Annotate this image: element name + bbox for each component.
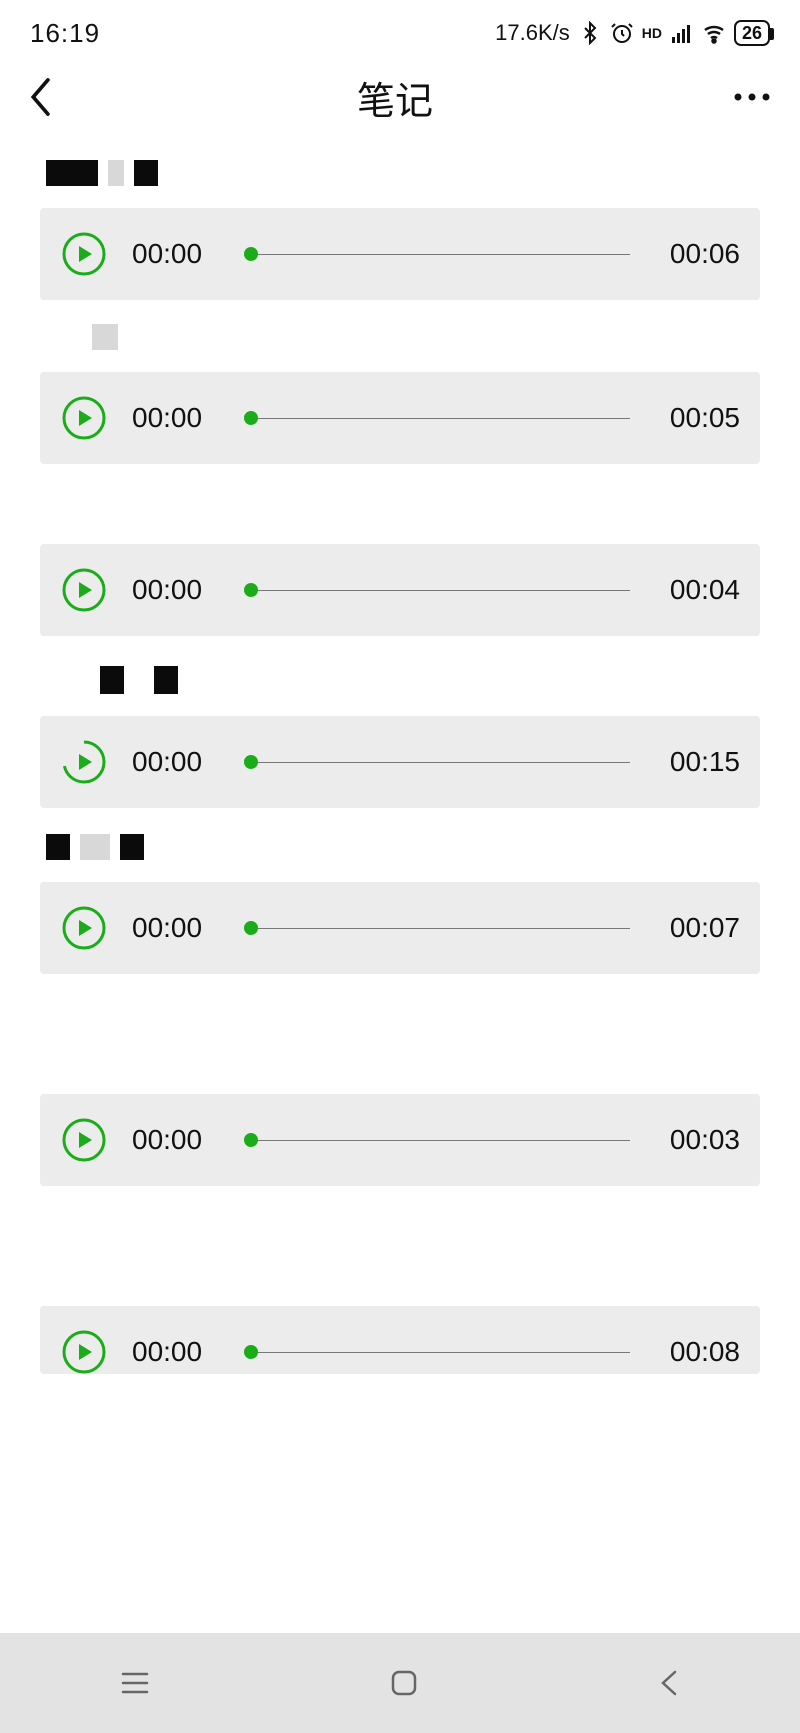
audio-track[interactable] [244, 921, 630, 935]
play-button[interactable] [62, 232, 106, 276]
signal-icon [670, 21, 694, 45]
audio-track[interactable] [244, 583, 630, 597]
more-button[interactable] [732, 91, 772, 103]
audio-duration: 00:07 [656, 912, 740, 944]
audio-current-time: 00:00 [132, 402, 218, 434]
audio-clip: 00:00 00:06 [40, 208, 760, 300]
bluetooth-icon [578, 21, 602, 45]
system-back-button[interactable] [657, 1668, 681, 1698]
play-button[interactable] [62, 1118, 106, 1162]
audio-current-time: 00:00 [132, 1336, 218, 1368]
recent-apps-button[interactable] [119, 1669, 151, 1697]
play-button[interactable] [62, 1330, 106, 1374]
audio-track[interactable] [244, 1345, 630, 1359]
audio-current-time: 00:00 [132, 1124, 218, 1156]
audio-duration: 00:06 [656, 238, 740, 270]
audio-track[interactable] [244, 247, 630, 261]
audio-current-time: 00:00 [132, 574, 218, 606]
system-nav-bar [0, 1633, 800, 1733]
audio-track[interactable] [244, 1133, 630, 1147]
audio-track[interactable] [244, 755, 630, 769]
audio-current-time: 00:00 [132, 238, 218, 270]
audio-current-time: 00:00 [132, 746, 218, 778]
status-time: 16:19 [30, 18, 100, 49]
home-button[interactable] [389, 1668, 419, 1698]
audio-track[interactable] [244, 411, 630, 425]
redacted-text-1 [46, 160, 760, 186]
audio-duration: 00:04 [656, 574, 740, 606]
audio-clip: 00:00 00:07 [40, 882, 760, 974]
redacted-text-4 [46, 834, 760, 860]
redacted-text-3 [100, 666, 760, 694]
network-speed: 17.6K/s [495, 20, 570, 46]
play-button[interactable] [62, 396, 106, 440]
app-nav-bar: 笔记 [0, 56, 800, 136]
audio-clip: 00:00 00:04 [40, 544, 760, 636]
audio-clip: 00:00 00:15 [40, 716, 760, 808]
play-button-loading[interactable] [62, 740, 106, 784]
audio-clip: 00:00 00:08 [40, 1306, 760, 1374]
audio-clip: 00:00 00:05 [40, 372, 760, 464]
back-button[interactable] [28, 75, 58, 119]
audio-duration: 00:03 [656, 1124, 740, 1156]
audio-duration: 00:15 [656, 746, 740, 778]
note-content: 00:00 00:06 00:00 00:05 00:00 00:04 00:0… [0, 136, 800, 1633]
status-icons: 17.6K/s HD 26 [495, 20, 770, 46]
alarm-icon [610, 21, 634, 45]
play-button[interactable] [62, 568, 106, 612]
hd-icon: HD [642, 25, 662, 41]
redacted-text-2 [92, 324, 760, 350]
page-title: 笔记 [58, 70, 732, 125]
play-button[interactable] [62, 906, 106, 950]
wifi-icon [702, 21, 726, 45]
status-bar: 16:19 17.6K/s HD 26 [0, 0, 800, 56]
audio-duration: 00:05 [656, 402, 740, 434]
audio-clip: 00:00 00:03 [40, 1094, 760, 1186]
battery-icon: 26 [734, 20, 770, 46]
audio-duration: 00:08 [656, 1336, 740, 1368]
audio-current-time: 00:00 [132, 912, 218, 944]
